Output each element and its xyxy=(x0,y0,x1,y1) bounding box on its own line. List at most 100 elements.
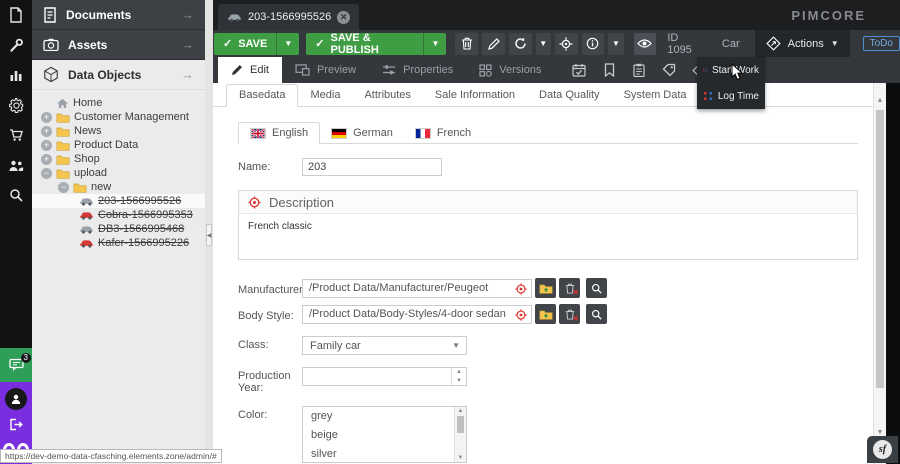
remove-relation-button[interactable]: ✕ xyxy=(559,278,580,298)
spinner-down-icon[interactable]: ▼ xyxy=(456,378,462,384)
search-icon[interactable] xyxy=(0,180,32,210)
search-relation-button[interactable] xyxy=(586,278,607,298)
color-option-beige[interactable]: beige xyxy=(303,426,466,445)
description-editor[interactable]: French classic xyxy=(239,214,857,259)
close-tab-icon[interactable]: ✕ xyxy=(337,11,350,24)
users-icon[interactable] xyxy=(0,150,32,180)
tab-versions[interactable]: Versions xyxy=(466,57,554,83)
collapse-minus-icon[interactable]: − xyxy=(41,168,52,179)
scrollbar-thumb[interactable] xyxy=(876,110,884,388)
settings-gear-icon[interactable] xyxy=(0,90,32,120)
scroll-up-icon[interactable]: ▲ xyxy=(455,408,466,414)
tree-item-cobra[interactable]: Cobra-1566995353 xyxy=(32,208,205,222)
tree-item-upload[interactable]: − upload xyxy=(32,166,205,180)
color-option-silver[interactable]: silver xyxy=(303,445,466,463)
nav-section-data-objects[interactable]: Data Objects → xyxy=(32,60,205,90)
tree-item-203[interactable]: 203-1566995526 xyxy=(32,194,205,208)
actions-button[interactable]: Actions ▼ xyxy=(755,30,850,57)
nav-section-assets[interactable]: Assets → xyxy=(32,30,205,60)
car-icon xyxy=(79,224,94,234)
panel-splitter[interactable]: ◀ xyxy=(205,0,213,464)
reload-dropdown-caret[interactable]: ▼ xyxy=(536,33,551,55)
save-publish-dropdown-caret[interactable]: ▼ xyxy=(423,33,446,55)
tree-item-customer-management[interactable]: + Customer Management xyxy=(32,110,205,124)
scroll-up-icon[interactable]: ▲ xyxy=(874,97,886,104)
tree-item-home[interactable]: Home xyxy=(32,96,205,110)
open-relation-button[interactable] xyxy=(535,278,556,298)
schedule-button[interactable] xyxy=(564,57,594,83)
expand-plus-icon[interactable]: + xyxy=(41,154,52,165)
tools-icon[interactable] xyxy=(0,30,32,60)
reload-button[interactable] xyxy=(509,33,532,55)
tab-lang-german[interactable]: German xyxy=(320,123,404,143)
collapse-minus-icon[interactable]: − xyxy=(58,182,69,193)
tab-properties[interactable]: Properties xyxy=(369,57,466,83)
menu-item-log-time[interactable]: Log Time xyxy=(697,83,765,109)
cube-icon xyxy=(43,66,59,83)
tree-item-kafer[interactable]: Kafer-1566995226 xyxy=(32,236,205,250)
production-year-input[interactable]: ▲ ▼ xyxy=(302,367,467,386)
scroll-down-icon[interactable]: ▼ xyxy=(874,429,886,436)
expand-plus-icon[interactable]: + xyxy=(41,140,52,151)
tab-media[interactable]: Media xyxy=(298,85,352,106)
tree-item-shop[interactable]: + Shop xyxy=(32,152,205,166)
tab-edit[interactable]: Edit xyxy=(218,57,282,83)
save-publish-button[interactable]: ✓SAVE & PUBLISH ▼ xyxy=(306,33,446,55)
save-dropdown-caret[interactable]: ▼ xyxy=(276,33,299,55)
tab-preview[interactable]: Preview xyxy=(282,57,369,83)
expand-plus-icon[interactable]: + xyxy=(41,126,52,137)
logout-button[interactable] xyxy=(9,418,23,436)
remove-x-icon: ✕ xyxy=(572,315,579,323)
production-year-row: Production Year: ▲ ▼ xyxy=(238,367,873,394)
expand-plus-icon[interactable]: + xyxy=(41,112,52,123)
content-scrollbar[interactable]: ▲ ▼ xyxy=(873,83,886,464)
info-icon xyxy=(586,37,599,50)
locate-in-tree-button[interactable] xyxy=(555,33,578,55)
remove-relation-button[interactable]: ✕ xyxy=(559,304,580,324)
tab-lang-french[interactable]: French xyxy=(404,123,482,143)
tab-sale-information[interactable]: Sale Information xyxy=(423,85,527,106)
preview-eye-button[interactable] xyxy=(634,33,657,55)
tree-item-product-data[interactable]: + Product Data xyxy=(32,138,205,152)
name-input[interactable] xyxy=(302,158,442,176)
search-icon xyxy=(591,283,602,294)
chat-button[interactable]: 3 xyxy=(0,348,32,382)
delete-button[interactable] xyxy=(455,33,478,55)
bookmark-button[interactable] xyxy=(594,57,624,83)
search-relation-button[interactable] xyxy=(586,304,607,324)
info-button[interactable] xyxy=(582,33,605,55)
tab-data-quality[interactable]: Data Quality xyxy=(527,85,612,106)
color-multiselect[interactable]: grey beige silver ▲ ▼ xyxy=(302,406,467,463)
tab-attributes[interactable]: Attributes xyxy=(352,85,422,106)
listbox-scrollbar[interactable]: ▲ ▼ xyxy=(454,407,466,462)
tag-icon xyxy=(662,63,676,77)
spinner-buttons[interactable]: ▲ ▼ xyxy=(451,368,466,385)
body-style-input[interactable]: /Product Data/Body-Styles/4-door sedan xyxy=(302,305,532,324)
class-select[interactable]: Family car ▼ xyxy=(302,336,467,355)
rename-button[interactable] xyxy=(482,33,505,55)
file-icon[interactable] xyxy=(0,0,32,30)
notes-button[interactable] xyxy=(624,57,654,83)
tab-system-data[interactable]: System Data xyxy=(612,85,699,106)
tree-item-new[interactable]: − new xyxy=(32,180,205,194)
nav-section-documents[interactable]: Documents → xyxy=(32,0,205,30)
scroll-down-icon[interactable]: ▼ xyxy=(455,455,466,461)
ecommerce-cart-icon[interactable] xyxy=(0,120,32,150)
reports-icon[interactable] xyxy=(0,60,32,90)
tab-basedata[interactable]: Basedata xyxy=(226,84,298,107)
save-button[interactable]: ✓SAVE ▼ xyxy=(214,33,299,55)
tab-lang-english[interactable]: English xyxy=(238,122,320,144)
tree-item-news[interactable]: + News xyxy=(32,124,205,138)
manufacturer-input[interactable]: /Product Data/Manufacturer/Peugeot xyxy=(302,279,532,298)
spinner-up-icon[interactable]: ▲ xyxy=(456,369,462,375)
color-option-grey[interactable]: grey xyxy=(303,407,466,426)
symfony-debug-toolbar-button[interactable]: sf xyxy=(867,436,898,463)
tree-item-db3[interactable]: DB3-1566995468 xyxy=(32,222,205,236)
open-relation-button[interactable] xyxy=(535,304,556,324)
scrollbar-thumb[interactable] xyxy=(457,416,464,433)
collapse-panel-handle[interactable]: ◀ xyxy=(206,224,212,246)
user-avatar[interactable] xyxy=(5,388,27,410)
info-dropdown-caret[interactable]: ▼ xyxy=(608,33,623,55)
tags-button[interactable] xyxy=(654,57,684,83)
object-tab[interactable]: 203-1566995526 ✕ xyxy=(218,4,359,30)
